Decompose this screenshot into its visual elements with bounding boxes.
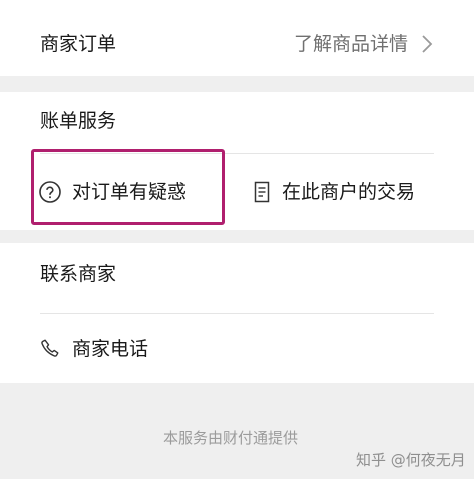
order-title: 商家订单 [40, 33, 117, 55]
contact-divider [40, 313, 434, 314]
contact-title: 联系商家 [40, 263, 117, 285]
service-provider-note: 本服务由财付通提供 [163, 429, 299, 447]
merchant-transactions-button[interactable]: 在此商户的交易 [250, 166, 440, 218]
merchant-transactions-label: 在此商户的交易 [282, 181, 416, 203]
watermark: 知乎 @何夜无月 [356, 451, 466, 469]
chevron-right-icon[interactable] [421, 34, 433, 54]
highlight-box [31, 149, 225, 225]
document-icon [254, 181, 270, 203]
phone-icon [41, 339, 59, 357]
merchant-phone-label: 商家电话 [72, 338, 149, 360]
order-card[interactable]: 商家订单 了解商品详情 [0, 0, 474, 76]
bill-services-title: 账单服务 [40, 110, 117, 132]
product-details-link[interactable]: 了解商品详情 [294, 32, 408, 56]
merchant-phone-button[interactable]: 商家电话 [36, 329, 236, 369]
contact-card: 联系商家 商家电话 [0, 243, 474, 383]
